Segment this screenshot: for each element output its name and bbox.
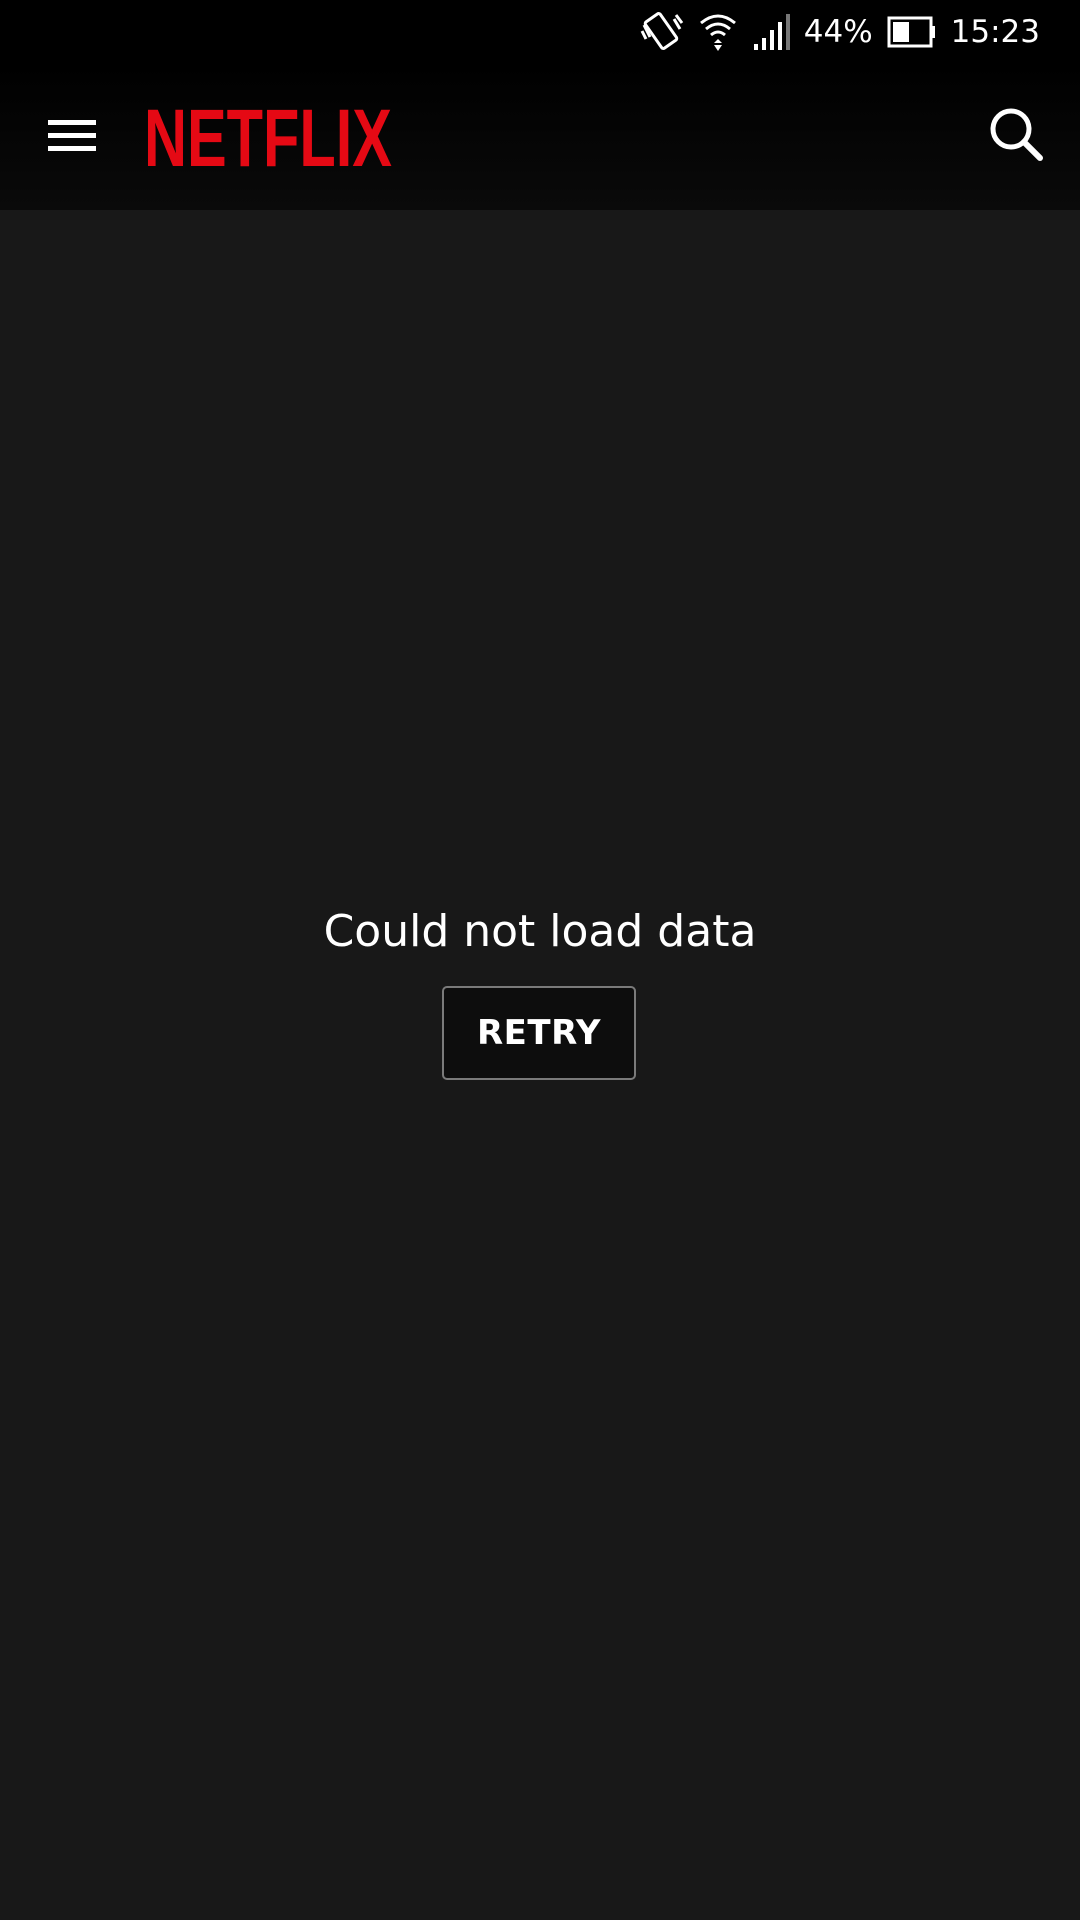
app-bar: NETFLIX xyxy=(0,64,1080,210)
battery-icon xyxy=(887,16,937,48)
status-icons: 44% 15:23 xyxy=(638,0,1040,64)
search-icon xyxy=(987,105,1045,168)
svg-text:NETFLIX: NETFLIX xyxy=(144,100,392,176)
search-button[interactable] xyxy=(976,96,1056,176)
clock: 15:23 xyxy=(950,14,1040,50)
hamburger-menu-icon xyxy=(48,118,98,159)
netflix-logo: NETFLIX xyxy=(144,93,394,184)
signal-icon xyxy=(752,14,790,50)
battery-percent: 44% xyxy=(803,14,873,50)
wifi-icon xyxy=(698,11,738,53)
main-content: Could not load data RETRY xyxy=(0,210,1080,1920)
menu-button[interactable] xyxy=(34,102,112,174)
retry-button[interactable]: RETRY xyxy=(442,986,636,1080)
status-bar: 44% 15:23 xyxy=(0,0,1080,64)
error-message: Could not load data xyxy=(323,906,757,957)
vibrate-icon xyxy=(638,11,684,53)
